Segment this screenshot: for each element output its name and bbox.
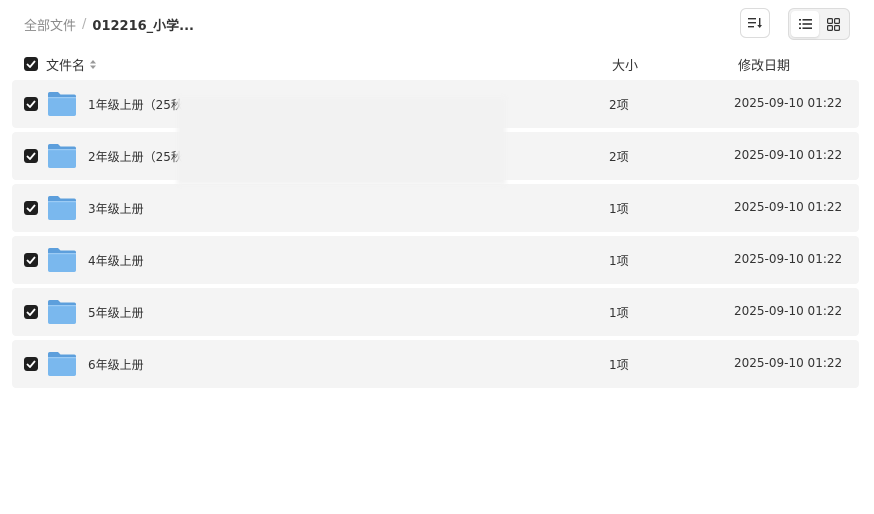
select-all-checkbox[interactable] [24, 57, 38, 71]
checkmark-icon [26, 60, 36, 68]
list-view-icon [798, 19, 812, 29]
breadcrumb-separator: / [82, 17, 87, 32]
sort-button[interactable] [740, 8, 770, 38]
file-row[interactable]: 3年级上册 1项 2025-09-10 01:22 [12, 184, 859, 232]
folder-icon [48, 352, 76, 376]
column-header-size[interactable]: 大小 [612, 55, 638, 74]
column-header-name-label: 文件名 [46, 59, 86, 74]
table-header: 文件名 大小 修改日期 [12, 52, 859, 76]
list-view-button[interactable] [791, 11, 819, 37]
file-name[interactable]: 5年级上册 [88, 304, 144, 321]
grid-view-icon [826, 17, 840, 31]
file-name[interactable]: 3年级上册 [88, 200, 144, 217]
file-size: 2项 [609, 98, 629, 112]
file-date: 2025-09-10 01:22 [734, 304, 843, 318]
row-checkbox[interactable] [24, 201, 38, 215]
sort-list-icon [748, 18, 762, 28]
file-date: 2025-09-10 01:22 [734, 200, 843, 214]
file-date: 2025-09-10 01:22 [734, 252, 843, 266]
file-size: 1项 [609, 358, 629, 372]
file-size: 1项 [609, 254, 629, 268]
breadcrumb-current: 012216_小学... [92, 19, 194, 34]
folder-icon [48, 144, 76, 168]
grid-view-button[interactable] [819, 11, 847, 37]
file-size: 2项 [609, 150, 629, 164]
file-name[interactable]: 1年级上册（25秋 [88, 96, 183, 113]
file-date: 2025-09-10 01:22 [734, 96, 843, 110]
file-date: 2025-09-10 01:22 [734, 356, 843, 370]
file-name[interactable]: 2年级上册（25秋 [88, 148, 183, 165]
checkmark-icon [26, 100, 36, 108]
file-name[interactable]: 6年级上册 [88, 356, 144, 373]
breadcrumb-root[interactable]: 全部文件 [24, 15, 76, 34]
row-checkbox[interactable] [24, 97, 38, 111]
column-header-date[interactable]: 修改日期 [738, 55, 790, 74]
folder-icon [48, 196, 76, 220]
top-bar: 全部文件 / 012216_小学... [0, 0, 874, 48]
file-row[interactable]: 6年级上册 1项 2025-09-10 01:22 [12, 340, 859, 388]
file-name[interactable]: 4年级上册 [88, 252, 144, 269]
row-checkbox[interactable] [24, 149, 38, 163]
column-header-name[interactable]: 文件名 [46, 55, 97, 74]
row-checkbox[interactable] [24, 305, 38, 319]
folder-icon [48, 248, 76, 272]
checkmark-icon [26, 308, 36, 316]
folder-icon [48, 92, 76, 116]
checkmark-icon [26, 256, 36, 264]
checkmark-icon [26, 360, 36, 368]
checkmark-icon [26, 152, 36, 160]
file-size: 1项 [609, 202, 629, 216]
breadcrumb: 全部文件 / 012216_小学... [24, 15, 194, 34]
row-checkbox[interactable] [24, 357, 38, 371]
view-toggle-group [788, 8, 850, 40]
checkmark-icon [26, 204, 36, 212]
sort-arrows-icon [90, 60, 97, 69]
file-row[interactable]: 4年级上册 1项 2025-09-10 01:22 [12, 236, 859, 284]
row-checkbox[interactable] [24, 253, 38, 267]
file-row[interactable]: 5年级上册 1项 2025-09-10 01:22 [12, 288, 859, 336]
file-date: 2025-09-10 01:22 [734, 148, 843, 162]
redaction-blur [177, 97, 506, 185]
file-size: 1项 [609, 306, 629, 320]
folder-icon [48, 300, 76, 324]
